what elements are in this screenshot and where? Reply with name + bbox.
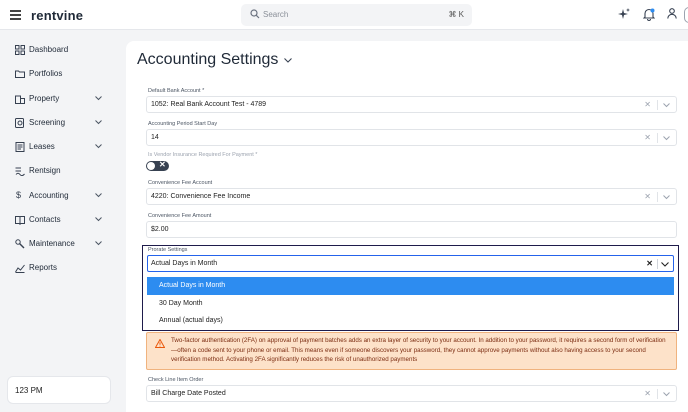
vendor-insurance-toggle[interactable]: ✕	[146, 160, 169, 171]
chevron-down-icon[interactable]	[663, 136, 670, 141]
sidebar-item-label: Portfolios	[29, 69, 63, 78]
period-start-select[interactable]: 14 ✕	[146, 129, 677, 146]
sidebar-item-contacts[interactable]: Contacts	[0, 211, 124, 231]
close-icon[interactable]: ✕	[646, 259, 653, 268]
sidebar-item-label: Dashboard	[29, 45, 69, 54]
avatar[interactable]	[684, 7, 688, 23]
signature-icon	[15, 167, 25, 176]
sidebar-item-property[interactable]: Property	[0, 90, 124, 110]
prorate-option[interactable]: Annual (actual days)	[147, 312, 674, 330]
dashboard-icon	[15, 45, 25, 55]
sidebar-item-label: Leases	[29, 142, 55, 151]
sidebar-item-label: Property	[29, 94, 60, 103]
twofa-warning: Two-factor authentication (2FA) on appro…	[146, 332, 677, 370]
sidebar-item-leases[interactable]: Leases	[0, 138, 124, 158]
dollar-icon: $	[16, 190, 22, 200]
chevron-down-icon	[95, 144, 102, 149]
sidebar-item-label: Rentsign	[29, 166, 61, 175]
check-line-value: Bill Charge Date Posted	[151, 390, 226, 397]
sidebar-item-label: Contacts	[29, 215, 61, 224]
warning-icon	[155, 339, 165, 348]
prorate-option[interactable]: Actual Days in Month	[147, 277, 674, 295]
sidebar-item-screening[interactable]: Screening	[0, 114, 124, 134]
search-icon	[250, 9, 260, 19]
chevron-down-icon	[95, 217, 102, 222]
search-shortcut: ⌘ K	[448, 10, 464, 19]
bell-icon[interactable]	[643, 8, 655, 21]
toggle-knob	[147, 162, 155, 170]
default-bank-select[interactable]: 1052: Real Bank Account Test - 4789 ✕	[146, 96, 677, 113]
chevron-down-icon[interactable]	[663, 103, 670, 108]
sidebar-item-rentsign[interactable]: Rentsign	[0, 162, 124, 182]
warning-text: Two-factor authentication (2FA) on appro…	[171, 337, 666, 364]
page-title: Accounting Settings	[137, 51, 279, 68]
close-icon: ✕	[159, 160, 166, 169]
prorate-select[interactable]: Actual Days in Month ✕	[147, 255, 674, 272]
conv-fee-account-select[interactable]: 4220: Convenience Fee Income ✕	[146, 188, 677, 205]
period-start-label: Accounting Period Start Day	[148, 121, 218, 127]
prorate-settings: Prorate Settings Actual Days in Month ✕ …	[142, 245, 679, 331]
prorate-settings-label: Prorate Settings	[148, 247, 188, 253]
divider	[657, 259, 658, 269]
vendor-insurance-label: Is Vendor Insurance Required For Payment…	[148, 152, 258, 158]
conv-fee-account-value: 4220: Convenience Fee Income	[151, 193, 251, 200]
check-line-label: Check Line Item Order	[148, 377, 204, 383]
close-icon[interactable]: ✕	[644, 133, 651, 142]
sidebar-item-label: Reports	[29, 263, 58, 272]
clock-widget: 123 PM	[7, 376, 111, 404]
document-icon	[15, 142, 25, 152]
main-panel: Accounting Settings Default Bank Account…	[126, 41, 688, 412]
conv-fee-amount-value: $2.00	[151, 226, 169, 233]
chart-icon	[15, 264, 25, 273]
sidebar-item-accounting[interactable]: $ Accounting	[0, 187, 124, 207]
conv-fee-account-label: Convenience Fee Account	[148, 180, 213, 186]
folder-icon	[15, 70, 25, 78]
chevron-down-icon[interactable]	[284, 58, 292, 63]
chevron-down-icon	[95, 96, 102, 101]
chevron-down-icon	[95, 193, 102, 198]
menu-icon[interactable]	[10, 10, 21, 20]
sidebar-item-portfolios[interactable]: Portfolios	[0, 65, 124, 85]
sidebar-item-label: Screening	[29, 118, 66, 127]
check-line-select[interactable]: Bill Charge Date Posted ✕	[146, 385, 677, 402]
divider	[657, 389, 658, 399]
default-bank-label: Default Bank Account *	[148, 88, 205, 94]
divider	[657, 100, 658, 110]
close-icon[interactable]: ✕	[644, 192, 651, 201]
divider	[657, 192, 658, 202]
chevron-down-icon	[95, 241, 102, 246]
chevron-down-icon[interactable]	[663, 392, 670, 397]
close-icon[interactable]: ✕	[644, 389, 651, 398]
search-bar[interactable]: Search ⌘ K	[241, 4, 472, 26]
conv-fee-amount-input[interactable]: $2.00	[146, 221, 677, 238]
search-placeholder: Search	[263, 10, 289, 19]
period-start-value: 14	[151, 134, 159, 141]
sidebar-item-maintenance[interactable]: Maintenance	[0, 235, 124, 255]
prorate-options-menu: Actual Days in Month 30 Day Month Annual…	[147, 277, 674, 330]
chevron-down-icon[interactable]	[663, 195, 670, 200]
default-bank-value: 1052: Real Bank Account Test - 4789	[151, 101, 267, 108]
sidebar-item-dashboard[interactable]: Dashboard	[0, 41, 124, 61]
sidebar: Dashboard Portfolios Property Screening …	[0, 31, 124, 412]
clock-time: 123 PM	[15, 386, 43, 395]
user-icon[interactable]	[667, 8, 677, 19]
screening-icon	[15, 118, 24, 128]
sparkle-icon[interactable]	[618, 8, 630, 20]
book-icon	[15, 216, 25, 225]
building-icon	[15, 95, 25, 104]
close-icon[interactable]: ✕	[644, 100, 651, 109]
sidebar-item-label: Accounting	[29, 191, 69, 200]
top-bar: rentvine Search ⌘ K	[0, 0, 688, 30]
divider	[657, 133, 658, 143]
wrench-icon	[15, 239, 25, 249]
prorate-value: Actual Days in Month	[151, 260, 218, 267]
brand-name: rentvine	[31, 8, 84, 23]
conv-fee-amount-label: Convenience Fee Amount	[148, 213, 212, 219]
brand-logo[interactable]: rentvine	[31, 8, 83, 23]
sidebar-item-label: Maintenance	[29, 239, 75, 248]
prorate-option[interactable]: 30 Day Month	[147, 295, 674, 313]
chevron-down-icon	[95, 120, 102, 125]
chevron-down-icon[interactable]	[661, 262, 669, 267]
sidebar-item-reports[interactable]: Reports	[0, 259, 124, 279]
